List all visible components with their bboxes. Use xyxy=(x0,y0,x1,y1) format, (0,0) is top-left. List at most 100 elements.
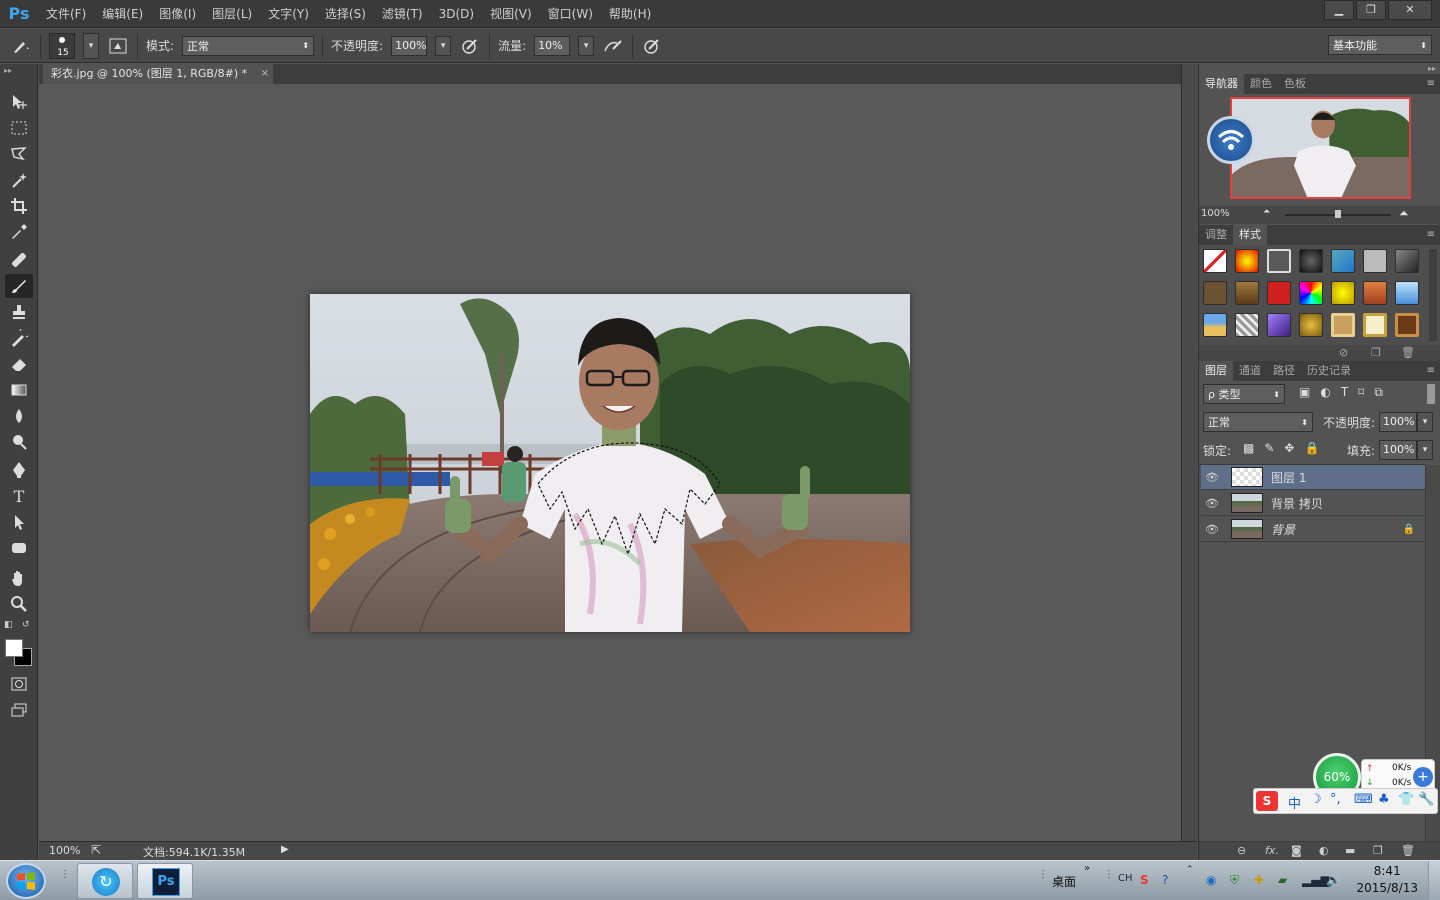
layer-style-fx-icon[interactable]: fx. xyxy=(1265,844,1279,857)
zoom-out-icon[interactable]: ⏶ xyxy=(1263,207,1270,217)
pen-tool-icon[interactable] xyxy=(5,458,33,482)
pressure-size-icon[interactable] xyxy=(641,35,663,57)
clone-stamp-tool-icon[interactable] xyxy=(5,300,33,324)
menu-window[interactable]: 窗口(W) xyxy=(540,0,601,28)
menu-view[interactable]: 视图(V) xyxy=(482,0,540,28)
style-swatch[interactable] xyxy=(1299,249,1323,273)
move-tool-icon[interactable] xyxy=(5,90,33,114)
tab-color[interactable]: 颜色 xyxy=(1244,74,1278,94)
ime-chinese-mode[interactable]: 中 xyxy=(1288,793,1301,812)
start-button[interactable] xyxy=(6,863,46,899)
layer-row-background[interactable]: 👁 背景 🔒 xyxy=(1201,517,1425,542)
default-colors-icon[interactable]: ◧ xyxy=(4,620,13,630)
new-layer-icon[interactable]: ❐ xyxy=(1373,844,1383,857)
crop-tool-icon[interactable] xyxy=(5,194,33,218)
lock-transparent-icon[interactable]: ▩ xyxy=(1243,441,1254,455)
style-swatch[interactable] xyxy=(1395,313,1419,337)
tray-expand-icon[interactable]: ⌃ xyxy=(1186,865,1194,875)
style-swatch[interactable] xyxy=(1331,281,1355,305)
language-indicator[interactable]: CH xyxy=(1118,873,1133,884)
layer-opacity-arrow[interactable]: ▾ xyxy=(1417,412,1433,432)
filter-toggle[interactable] xyxy=(1427,384,1435,404)
delete-style-icon[interactable]: 🗑 xyxy=(1401,346,1415,359)
style-swatch[interactable] xyxy=(1363,281,1387,305)
navigator-zoom-value[interactable]: 100% xyxy=(1201,208,1230,219)
style-swatch[interactable] xyxy=(1299,313,1323,337)
style-swatch[interactable] xyxy=(1363,313,1387,337)
style-swatch[interactable] xyxy=(1267,249,1291,273)
layer-opacity-field[interactable]: 100% xyxy=(1379,412,1417,432)
new-style-icon[interactable]: ❐ xyxy=(1371,346,1381,359)
flow-field[interactable]: 10% xyxy=(534,35,571,56)
ime-toolbar[interactable]: S 中 ☽ °, ⌨ ♣ 👕 🔧 xyxy=(1253,788,1438,814)
vertical-scrollbar[interactable] xyxy=(1181,64,1197,841)
toolbar-expand-icon[interactable]: » xyxy=(1084,863,1090,874)
style-swatch[interactable] xyxy=(1331,249,1355,273)
menu-type[interactable]: 文字(Y) xyxy=(260,0,317,28)
add-mask-icon[interactable]: ◙ xyxy=(1291,844,1302,857)
style-swatch[interactable] xyxy=(1235,249,1259,273)
tray-360-icon[interactable]: ✚ xyxy=(1254,873,1264,887)
tray-wifi-icon[interactable]: ◉ xyxy=(1206,873,1216,887)
tray-battery-icon[interactable]: ▰ xyxy=(1278,873,1287,887)
tab-adjustments[interactable]: 调整 xyxy=(1199,225,1233,245)
link-layers-icon[interactable]: ⊖ xyxy=(1237,844,1246,857)
filter-pixel-icon[interactable]: ▣ xyxy=(1299,385,1310,400)
ime-shirt-icon[interactable]: 👕 xyxy=(1398,792,1414,807)
style-swatch[interactable] xyxy=(1299,281,1323,305)
type-tool-icon[interactable]: T xyxy=(5,484,33,508)
show-desktop-button[interactable] xyxy=(1428,861,1440,900)
blur-tool-icon[interactable] xyxy=(5,404,33,428)
zoom-tool-icon[interactable] xyxy=(5,592,33,616)
layer-name[interactable]: 图层 1 xyxy=(1271,469,1306,486)
airbrush-icon[interactable] xyxy=(602,35,624,57)
visibility-eye-icon[interactable]: 👁 xyxy=(1201,497,1223,510)
gradient-tool-icon[interactable] xyxy=(5,378,33,402)
delete-layer-icon[interactable]: 🗑 xyxy=(1401,844,1415,857)
tray-help-icon[interactable]: ? xyxy=(1162,873,1168,887)
collapse-panels-icon[interactable]: ▸▸ xyxy=(1428,64,1436,73)
document-canvas-image[interactable] xyxy=(310,294,910,632)
style-none-swatch[interactable] xyxy=(1203,249,1227,273)
tab-paths[interactable]: 路径 xyxy=(1267,361,1301,381)
style-swatch[interactable] xyxy=(1363,249,1387,273)
brush-tool-icon[interactable] xyxy=(5,274,33,298)
quick-mask-icon[interactable] xyxy=(5,672,33,696)
eyedropper-tool-icon[interactable] xyxy=(5,220,33,244)
panel-menu-icon[interactable]: ≡ xyxy=(1427,361,1435,381)
menu-select[interactable]: 选择(S) xyxy=(317,0,374,28)
menu-image[interactable]: 图像(I) xyxy=(151,0,204,28)
collapse-tools-icon[interactable]: ▸▸ xyxy=(4,66,12,75)
style-swatch[interactable] xyxy=(1331,313,1355,337)
tab-history[interactable]: 历史记录 xyxy=(1301,361,1357,381)
style-swatch[interactable] xyxy=(1395,281,1419,305)
ime-skin-icon[interactable]: ♣ xyxy=(1378,792,1390,807)
ime-tools-icon[interactable]: 🔧 xyxy=(1418,792,1434,807)
close-button[interactable]: ✕ xyxy=(1388,0,1432,20)
menu-file[interactable]: 文件(F) xyxy=(38,0,94,28)
style-swatch[interactable] xyxy=(1203,313,1227,337)
eraser-tool-icon[interactable] xyxy=(5,352,33,376)
taskbar-browser-app[interactable]: ↻ xyxy=(77,863,133,899)
document-tab[interactable]: 彩衣.jpg @ 100% (图层 1, RGB/8#) * × xyxy=(43,64,273,84)
filter-type-icon[interactable]: T xyxy=(1341,385,1348,400)
menu-filter[interactable]: 滤镜(T) xyxy=(374,0,431,28)
brush-picker-arrow[interactable]: ▾ xyxy=(83,32,99,59)
swap-colors-icon[interactable]: ↺ xyxy=(22,620,30,630)
minimize-button[interactable]: ▁ xyxy=(1324,0,1354,20)
tab-layers[interactable]: 图层 xyxy=(1199,361,1233,381)
visibility-eye-icon[interactable]: 👁 xyxy=(1201,471,1223,484)
boost-plus-icon[interactable]: + xyxy=(1413,767,1433,787)
filter-adjustment-icon[interactable]: ◐ xyxy=(1320,385,1330,400)
lock-position-icon[interactable]: ✥ xyxy=(1284,441,1294,455)
path-selection-tool-icon[interactable] xyxy=(5,510,33,534)
panel-menu-icon[interactable]: ≡ xyxy=(1427,74,1435,94)
rectangle-tool-icon[interactable] xyxy=(5,536,33,560)
style-swatch[interactable] xyxy=(1235,281,1259,305)
layer-name[interactable]: 背景 拷贝 xyxy=(1271,495,1323,512)
style-swatch[interactable] xyxy=(1203,281,1227,305)
workspace-select[interactable]: 基本功能 ⬍ xyxy=(1328,35,1432,55)
navigator-thumbnail[interactable] xyxy=(1230,97,1411,199)
style-swatch[interactable] xyxy=(1267,313,1291,337)
adjustment-layer-icon[interactable]: ◐ xyxy=(1319,844,1329,857)
